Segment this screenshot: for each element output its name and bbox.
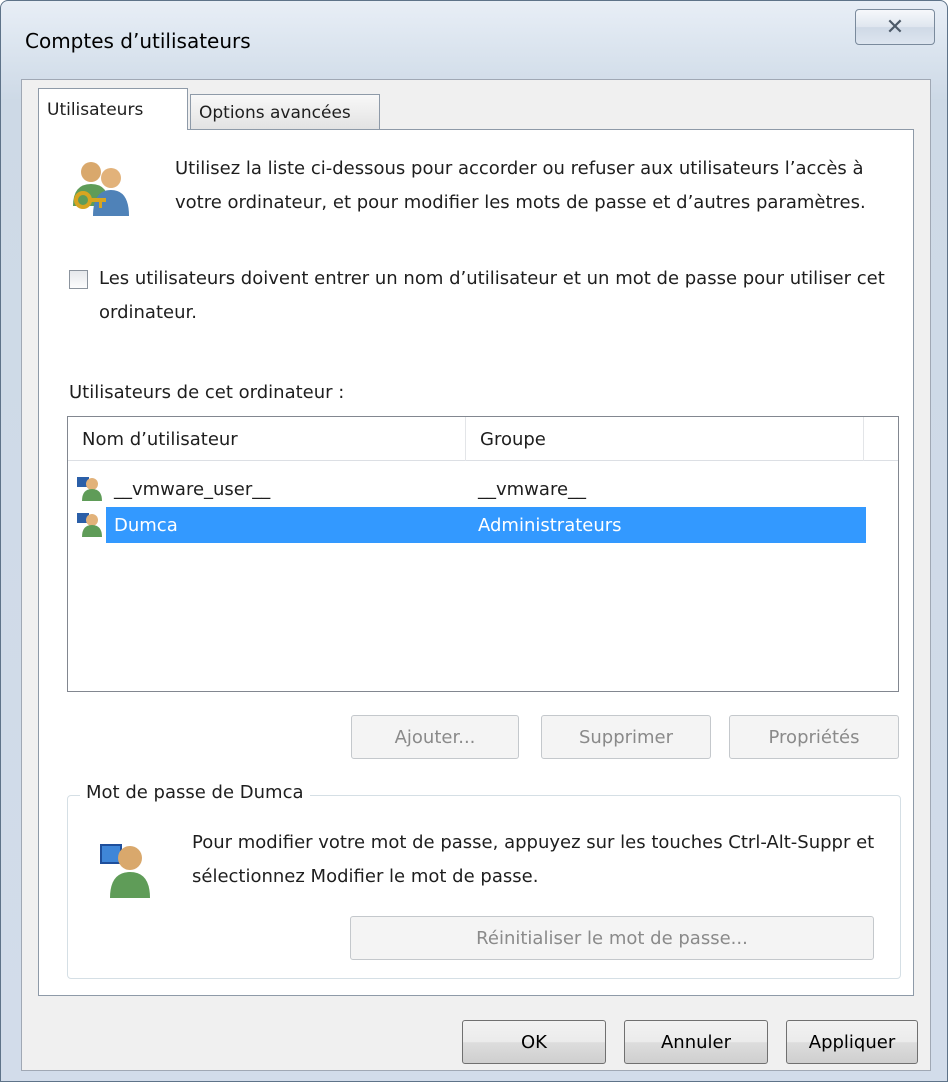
user-group-cell: __vmware__ [478, 478, 587, 500]
close-icon: ✕ [885, 14, 905, 40]
title-bar[interactable]: Comptes d’utilisateurs ✕ [1, 1, 947, 79]
intro-text: Utilisez la liste ci-dessous pour accord… [175, 158, 866, 213]
close-button[interactable]: ✕ [855, 9, 935, 45]
users-list[interactable]: Nom d’utilisateur Groupe __vmware_user__… [67, 416, 899, 692]
column-header-filler [864, 417, 898, 461]
tab-advanced-options[interactable]: Options avancées [190, 94, 380, 130]
users-list-header: Nom d’utilisateur Groupe [68, 417, 898, 461]
table-row[interactable]: __vmware_user__ __vmware__ [76, 471, 866, 507]
users-key-icon [73, 162, 129, 216]
require-login-label[interactable]: Les utilisateurs doivent entrer un nom d… [99, 262, 909, 330]
require-login-checkbox[interactable] [69, 270, 88, 289]
user-name-cell: Dumca [114, 514, 178, 536]
cancel-button[interactable]: Annuler [624, 1020, 768, 1064]
users-tab-panel: Utilisez la liste ci-dessous pour accord… [38, 129, 914, 996]
users-list-caption: Utilisateurs de cet ordinateur : [69, 382, 345, 403]
column-header-username[interactable]: Nom d’utilisateur [68, 417, 466, 461]
user-group-cell: Administrateurs [478, 514, 622, 536]
tab-users[interactable]: Utilisateurs [38, 88, 188, 130]
user-icon [77, 513, 102, 537]
reset-password-button[interactable]: Réinitialiser le mot de passe... [350, 916, 874, 960]
table-row-selected[interactable]: Dumca Administrateurs [76, 507, 866, 543]
user-password-icon [100, 844, 150, 898]
password-help-text: Pour modifier votre mot de passe, appuye… [192, 832, 875, 887]
column-header-group[interactable]: Groupe [466, 417, 864, 461]
user-icon [77, 477, 102, 501]
dialog-client-area: Utilisateurs Options avancées Utilisez l… [21, 79, 931, 1071]
add-user-button[interactable]: Ajouter... [351, 715, 519, 759]
ok-button[interactable]: OK [462, 1020, 606, 1064]
user-name-cell: __vmware_user__ [114, 478, 271, 500]
password-groupbox-title: Mot de passe de Dumca [80, 782, 310, 803]
remove-user-button[interactable]: Supprimer [541, 715, 711, 759]
apply-button[interactable]: Appliquer [786, 1020, 918, 1064]
window-title: Comptes d’utilisateurs [25, 29, 251, 53]
password-groupbox: Mot de passe de Dumca Pour modifier votr… [67, 782, 901, 979]
properties-button[interactable]: Propriétés [729, 715, 899, 759]
user-accounts-window: Comptes d’utilisateurs ✕ Utilisateurs Op… [0, 0, 948, 1082]
